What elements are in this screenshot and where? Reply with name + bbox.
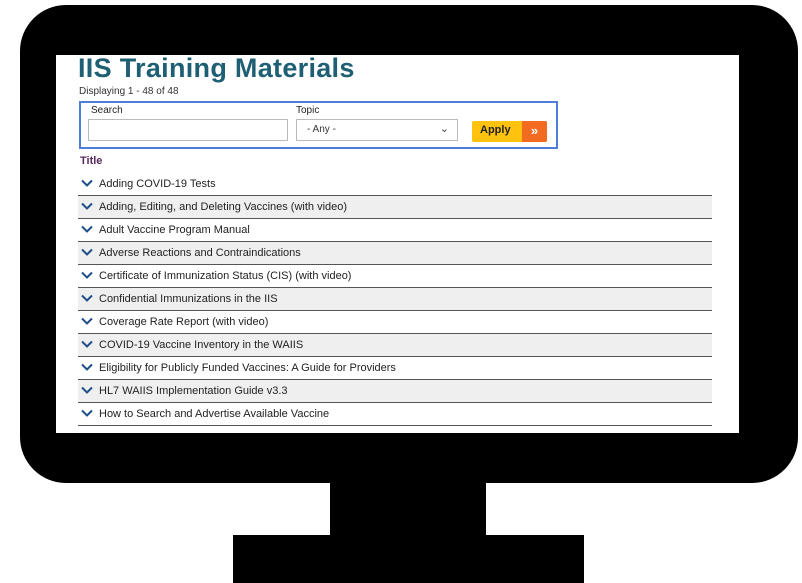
list-item-title: Certificate of Immunization Status (CIS)… <box>99 270 352 282</box>
apply-label: Apply <box>480 124 511 136</box>
list-item[interactable]: How to Search and Advertise Available Va… <box>78 403 712 426</box>
list-item[interactable]: HL7 WAIIS Implementation Guide v3.3 <box>78 380 712 403</box>
list-item-title: Confidential Immunizations in the IIS <box>99 293 278 305</box>
chevron-down-icon <box>81 271 93 279</box>
list-item[interactable]: Confidential Immunizations in the IIS <box>78 288 712 311</box>
chevron-down-icon <box>81 294 93 302</box>
list-item[interactable]: COVID-19 Vaccine Inventory in the WAIIS <box>78 334 712 357</box>
apply-button[interactable]: Apply » <box>472 121 547 142</box>
title-column-header[interactable]: Title <box>80 155 102 167</box>
results-count: Displaying 1 - 48 of 48 <box>79 86 179 97</box>
chevron-down-icon <box>81 363 93 371</box>
chevron-down-icon <box>81 225 93 233</box>
topic-select[interactable]: - Any - ⌄ <box>296 119 458 141</box>
list-item-title: Coverage Rate Report (with video) <box>99 316 269 328</box>
search-label: Search <box>91 105 123 116</box>
chevron-down-icon <box>81 340 93 348</box>
list-item-title: Adding, Editing, and Deleting Vaccines (… <box>99 201 348 213</box>
chevron-down-icon <box>81 202 93 210</box>
chevron-down-icon <box>81 179 93 187</box>
topic-selected-value: - Any - <box>307 124 336 135</box>
list-item-title: How to Search and Advertise Available Va… <box>99 408 330 420</box>
topic-label: Topic <box>296 105 320 116</box>
chevron-down-icon <box>81 409 93 417</box>
filter-panel: Search Topic - Any - ⌄ Apply » <box>79 101 558 149</box>
list-item-title: HL7 WAIIS Implementation Guide v3.3 <box>99 385 288 397</box>
list-item[interactable]: Adult Vaccine Program Manual <box>78 219 712 242</box>
chevron-down-icon: ⌄ <box>439 123 449 135</box>
list-item-title: Eligibility for Publicly Funded Vaccines… <box>99 362 396 374</box>
chevron-down-icon <box>81 317 93 325</box>
list-item[interactable]: Adding, Editing, and Deleting Vaccines (… <box>78 196 712 219</box>
list-item[interactable]: Coverage Rate Report (with video) <box>78 311 712 334</box>
list-item[interactable]: Certificate of Immunization Status (CIS)… <box>78 265 712 288</box>
table-header[interactable]: Title <box>78 152 712 174</box>
list-item[interactable]: Adding COVID-19 Tests <box>78 173 712 196</box>
list-item-title: Adult Vaccine Program Manual <box>99 224 250 236</box>
list-item[interactable]: Eligibility for Publicly Funded Vaccines… <box>78 357 712 380</box>
list-item-title: Adverse Reactions and Contraindications <box>99 247 301 259</box>
chevron-down-icon <box>81 248 93 256</box>
list-item[interactable]: Adverse Reactions and Contraindications <box>78 242 712 265</box>
monitor-base <box>233 535 584 583</box>
list-item-title: Adding COVID-19 Tests <box>99 178 216 190</box>
page-title: IIS Training Materials <box>78 55 355 83</box>
materials-list: Adding COVID-19 Tests Adding, Editing, an… <box>78 173 712 426</box>
monitor-neck <box>330 480 486 540</box>
search-input[interactable] <box>88 119 288 141</box>
screen: IIS Training Materials Displaying 1 - 48… <box>56 55 739 433</box>
chevron-down-icon <box>81 386 93 394</box>
double-chevron-right-icon: » <box>522 121 547 142</box>
list-item-title: COVID-19 Vaccine Inventory in the WAIIS <box>99 339 304 351</box>
